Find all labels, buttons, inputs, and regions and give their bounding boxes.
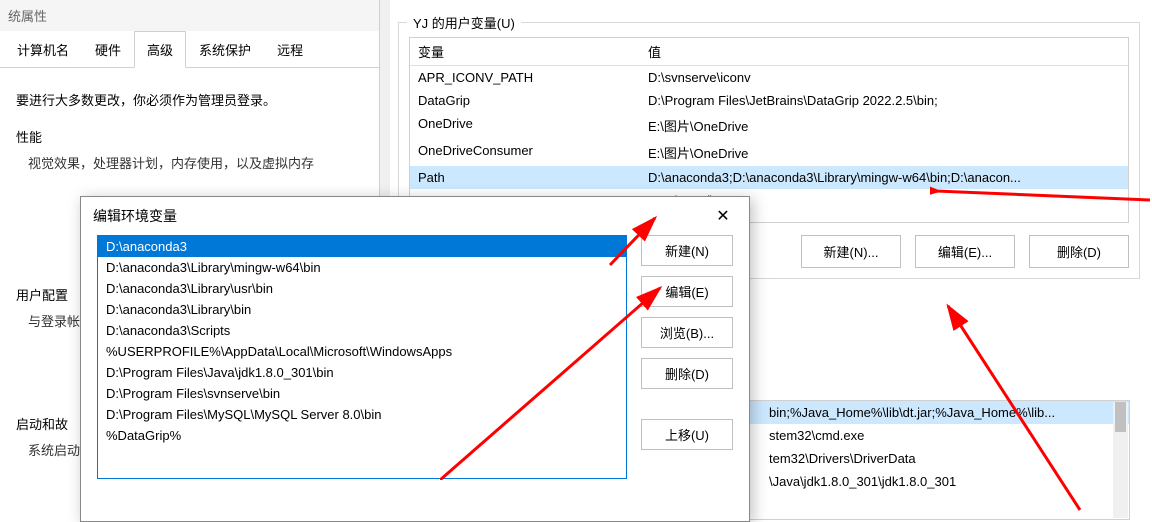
dialog-title: 编辑环境变量 <box>93 206 177 226</box>
cell-value: D:\svnserve\iconv <box>640 66 1128 89</box>
new-variable-button[interactable]: 新建(N)... <box>801 235 901 268</box>
table-row[interactable]: PathD:\anaconda3;D:\anaconda3\Library\mi… <box>410 166 1128 189</box>
table-row[interactable]: OneDriveE:\图片\OneDrive <box>410 112 1128 139</box>
cell-value: E:\图片\OneDrive <box>640 139 1128 166</box>
table-row[interactable]: DataGripD:\Program Files\JetBrains\DataG… <box>410 89 1128 112</box>
list-item[interactable]: D:\Program Files\MySQL\MySQL Server 8.0\… <box>98 404 626 425</box>
sysprops-tabs: 计算机名 硬件 高级 系统保护 远程 <box>0 31 379 68</box>
list-item[interactable]: D:\anaconda3\Library\mingw-w64\bin <box>98 257 626 278</box>
performance-section-title: 性能 <box>16 127 363 146</box>
tab-advanced[interactable]: 高级 <box>134 31 186 68</box>
table-row[interactable]: OneDriveConsumerE:\图片\OneDrive <box>410 139 1128 166</box>
delete-variable-button[interactable]: 删除(D) <box>1029 235 1129 268</box>
table-header-variable[interactable]: 变量 <box>410 38 640 65</box>
cell-value: E:\图片\OneDrive <box>640 112 1128 139</box>
tab-computer-name[interactable]: 计算机名 <box>4 31 82 67</box>
scrollbar-thumb[interactable] <box>1115 402 1126 432</box>
list-item[interactable]: D:\anaconda3\Library\usr\bin <box>98 278 626 299</box>
list-item[interactable]: D:\anaconda3\Library\bin <box>98 299 626 320</box>
dialog-edit-button[interactable]: 编辑(E) <box>641 276 733 307</box>
list-item[interactable]: %USERPROFILE%\AppData\Local\Microsoft\Wi… <box>98 341 626 362</box>
tab-remote[interactable]: 远程 <box>264 31 316 67</box>
cell-variable: APR_ICONV_PATH <box>410 66 640 89</box>
cell-variable: OneDriveConsumer <box>410 139 640 166</box>
list-item[interactable]: D:\anaconda3\Scripts <box>98 320 626 341</box>
cell-variable: Path <box>410 166 640 189</box>
dialog-delete-button[interactable]: 删除(D) <box>641 358 733 389</box>
list-item[interactable]: %DataGrip% <box>98 425 626 446</box>
cell-variable: OneDrive <box>410 112 640 139</box>
list-item[interactable]: D:\anaconda3 <box>98 236 626 257</box>
close-icon[interactable]: ✕ <box>709 205 737 227</box>
tab-hardware[interactable]: 硬件 <box>82 31 134 67</box>
tab-system-protection[interactable]: 系统保护 <box>186 31 264 67</box>
dialog-new-button[interactable]: 新建(N) <box>641 235 733 266</box>
edit-environment-variable-dialog: 编辑环境变量 ✕ D:\anaconda3D:\anaconda3\Librar… <box>80 196 750 522</box>
cell-variable: DataGrip <box>410 89 640 112</box>
admin-required-message: 要进行大多数更改，你必须作为管理员登录。 <box>16 90 363 109</box>
table-row[interactable]: APR_ICONV_PATHD:\svnserve\iconv <box>410 66 1128 89</box>
list-item[interactable]: D:\Program Files\Java\jdk1.8.0_301\bin <box>98 362 626 383</box>
table-header-value[interactable]: 值 <box>640 38 1128 65</box>
dialog-browse-button[interactable]: 浏览(B)... <box>641 317 733 348</box>
cell-value: D:\anaconda3;D:\anaconda3\Library\mingw-… <box>640 166 1128 189</box>
window-title: 统属性 <box>0 0 379 31</box>
edit-variable-button[interactable]: 编辑(E)... <box>915 235 1015 268</box>
path-list[interactable]: D:\anaconda3D:\anaconda3\Library\mingw-w… <box>97 235 627 479</box>
user-variables-label: YJ 的用户变量(U) <box>407 13 521 32</box>
performance-section-desc: 视觉效果，处理器计划，内存使用，以及虚拟内存 <box>16 152 363 175</box>
scrollbar-vertical[interactable] <box>1113 402 1128 518</box>
dialog-move-up-button[interactable]: 上移(U) <box>641 419 733 450</box>
cell-value: D:\Program Files\JetBrains\DataGrip 2022… <box>640 89 1128 112</box>
list-item[interactable]: D:\Program Files\svnserve\bin <box>98 383 626 404</box>
